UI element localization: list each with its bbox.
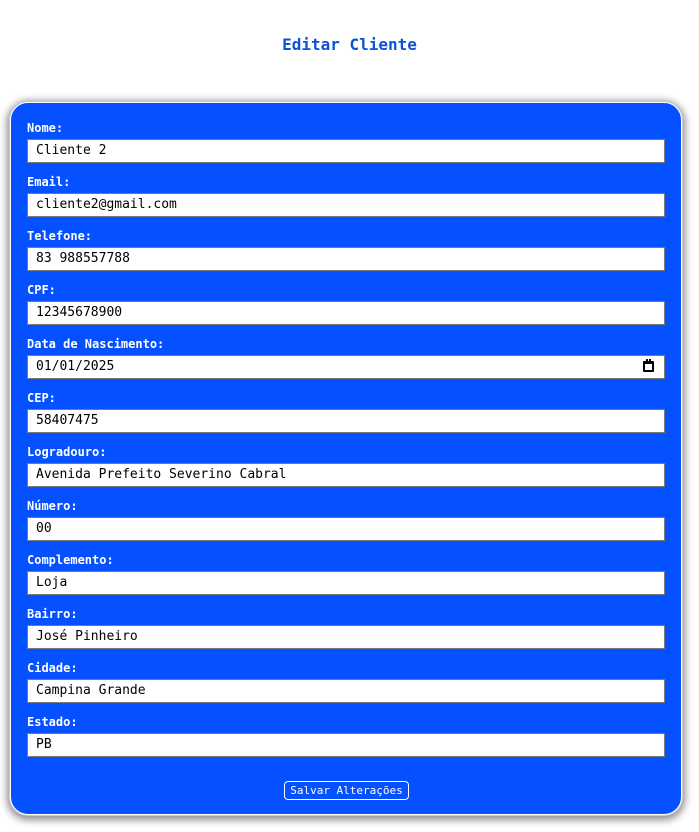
data-nascimento-value: 01/01/2025 xyxy=(36,359,115,374)
field-bairro: Bairro: José Pinheiro xyxy=(27,607,665,649)
field-cpf: CPF: 12345678900 xyxy=(27,283,665,325)
page-title: Editar Cliente xyxy=(282,35,417,54)
cep-input[interactable]: 58407475 xyxy=(27,409,665,433)
field-telefone: Telefone: 83 988557788 xyxy=(27,229,665,271)
field-email: Email: cliente2@gmail.com xyxy=(27,175,665,217)
field-complemento: Complemento: Loja xyxy=(27,553,665,595)
email-label: Email: xyxy=(27,175,71,189)
estado-label: Estado: xyxy=(27,715,78,729)
email-input[interactable]: cliente2@gmail.com xyxy=(27,193,665,217)
field-estado: Estado: PB xyxy=(27,715,665,757)
cidade-input[interactable]: Campina Grande xyxy=(27,679,665,703)
edit-client-form: Nome: Cliente 2 Email: cliente2@gmail.co… xyxy=(10,102,682,815)
save-changes-button[interactable]: Salvar Alterações xyxy=(284,781,409,800)
telefone-label: Telefone: xyxy=(27,229,93,243)
field-nome: Nome: Cliente 2 xyxy=(27,121,665,163)
complemento-label: Complemento: xyxy=(27,553,114,567)
cpf-label: CPF: xyxy=(27,283,56,297)
logradouro-input[interactable]: Avenida Prefeito Severino Cabral xyxy=(27,463,665,487)
field-cep: CEP: 58407475 xyxy=(27,391,665,433)
nome-label: Nome: xyxy=(27,121,64,135)
telefone-input[interactable]: 83 988557788 xyxy=(27,247,665,271)
complemento-input[interactable]: Loja xyxy=(27,571,665,595)
field-numero: Número: 00 xyxy=(27,499,665,541)
field-data-nascimento: Data de Nascimento: 01/01/2025 xyxy=(27,337,665,379)
bairro-label: Bairro: xyxy=(27,607,78,621)
data-nascimento-input[interactable]: 01/01/2025 xyxy=(27,355,665,379)
nome-input[interactable]: Cliente 2 xyxy=(27,139,665,163)
cep-label: CEP: xyxy=(27,391,56,405)
bairro-input[interactable]: José Pinheiro xyxy=(27,625,665,649)
numero-label: Número: xyxy=(27,499,78,513)
cidade-label: Cidade: xyxy=(27,661,78,675)
logradouro-label: Logradouro: xyxy=(27,445,107,459)
estado-input[interactable]: PB xyxy=(27,733,665,757)
numero-input[interactable]: 00 xyxy=(27,517,665,541)
field-logradouro: Logradouro: Avenida Prefeito Severino Ca… xyxy=(27,445,665,487)
calendar-icon[interactable] xyxy=(643,359,654,372)
data-nascimento-label: Data de Nascimento: xyxy=(27,337,165,351)
field-cidade: Cidade: Campina Grande xyxy=(27,661,665,703)
cpf-input[interactable]: 12345678900 xyxy=(27,301,665,325)
